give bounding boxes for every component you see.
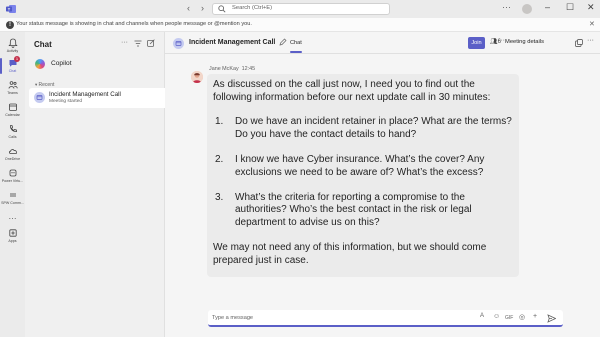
list-text: Do we have an incident retainer in place… xyxy=(235,116,512,140)
back-button[interactable]: ‹ xyxy=(187,3,190,13)
rail-label: Chat xyxy=(8,69,17,73)
copilot-icon xyxy=(35,59,45,69)
gif-icon[interactable]: GIF xyxy=(505,315,513,321)
sender-name: Jane McKay xyxy=(209,66,239,72)
forward-button[interactable]: › xyxy=(201,3,204,13)
more-options-icon[interactable]: ··· xyxy=(587,37,594,44)
chat-item-subtitle: Meeting started xyxy=(49,99,83,104)
list-item: 1. Do we have an incident retainer in pla… xyxy=(213,116,513,141)
new-chat-icon[interactable] xyxy=(147,39,155,47)
copilot-label: Copilot xyxy=(51,60,72,67)
copilot-item[interactable]: Copilot xyxy=(29,56,161,74)
close-window-button[interactable]: ✕ xyxy=(587,2,595,13)
active-tab-indicator xyxy=(290,51,302,53)
calendar-icon xyxy=(8,103,17,111)
settings-more-button[interactable]: ··· xyxy=(502,2,511,12)
chat-header: Incident Management Call Chat Join 👥︎6 ·… xyxy=(165,32,600,54)
meeting-avatar xyxy=(173,38,184,49)
search-placeholder: Search (Ctrl+E) xyxy=(232,5,273,11)
join-button[interactable]: Join xyxy=(468,37,485,49)
message-closing: We may not need any of this information,… xyxy=(213,242,487,266)
profile-avatar[interactable] xyxy=(522,4,532,14)
search-box[interactable]: Search (Ctrl+E) xyxy=(212,3,390,15)
rail-label: SPW Comm... xyxy=(1,201,24,205)
cloud-icon xyxy=(8,149,17,154)
compose-box[interactable]: A ☺ GIF ◎ + xyxy=(208,310,563,327)
loop-icon[interactable]: ◎ xyxy=(519,313,525,321)
send-icon[interactable] xyxy=(547,314,556,323)
chat-list-title: Chat xyxy=(34,40,52,49)
message-intro: As discussed on the call just now, I nee… xyxy=(213,79,491,103)
pop-out-icon[interactable] xyxy=(575,39,583,47)
power-virtual-agents-icon xyxy=(9,169,16,177)
list-text: What’s the criteria for reporting a comp… xyxy=(235,191,472,228)
list-number: 1. xyxy=(215,116,224,128)
meeting-icon xyxy=(36,95,43,100)
meeting-details-tab[interactable]: Meeting details xyxy=(505,39,544,45)
message-input[interactable] xyxy=(212,313,462,323)
bell-icon xyxy=(7,38,18,48)
teams-icon xyxy=(8,81,18,89)
sender-avatar[interactable] xyxy=(191,71,203,83)
list-item: 3. What’s the criteria for reporting a co… xyxy=(213,192,513,230)
app-rail: Activity Chat 1 Teams Calendar Calls One… xyxy=(0,32,25,337)
rail-label: Activity xyxy=(6,49,19,53)
rail-item-calendar[interactable]: Calendar xyxy=(0,100,25,122)
rail-label: OneDrive xyxy=(4,157,21,161)
chat-unread-badge: 1 xyxy=(14,56,20,62)
rail-item-apps[interactable]: Apps xyxy=(0,226,25,248)
meeting-icon xyxy=(175,41,182,46)
list-text: I know we have Cyber insurance. What’s t… xyxy=(235,153,485,178)
rail-item-power-virtual-agents[interactable]: Power Virtu... xyxy=(0,166,25,188)
banner-close-button[interactable]: ✕ xyxy=(589,20,595,28)
info-icon: ! xyxy=(6,21,14,29)
more-icon: ··· xyxy=(8,214,17,223)
list-number: 2. xyxy=(215,153,224,165)
rail-label: Calls xyxy=(8,135,17,139)
rail-label: Apps xyxy=(8,239,17,243)
apps-icon xyxy=(8,229,17,237)
person-avatar-icon xyxy=(191,71,203,83)
rail-label: Power Virtu... xyxy=(1,179,24,183)
chat-list-item[interactable]: Incident Management Call Meeting started xyxy=(29,88,182,108)
tab-chat[interactable]: Chat xyxy=(290,40,302,46)
rail-item-chat[interactable]: Chat xyxy=(0,56,25,78)
rail-item-spw-comm[interactable]: SPW Comm... xyxy=(0,188,25,210)
more-options-icon[interactable]: ··· xyxy=(121,39,128,46)
list-item: 2. I know we have Cyber insurance. What’s… xyxy=(213,154,513,179)
message-bubble: As discussed on the call just now, I nee… xyxy=(207,74,519,277)
chat-main: Incident Management Call Chat Join 👥︎6 ·… xyxy=(165,32,600,337)
title-bar: T ‹ › Search (Ctrl+E) ··· – ☐ ✕ xyxy=(0,0,600,18)
more-options-icon[interactable]: ··· xyxy=(498,37,505,44)
filter-icon[interactable] xyxy=(134,40,142,47)
chat-title: Incident Management Call xyxy=(189,39,276,46)
search-icon xyxy=(218,5,226,13)
chat-item-name: Incident Management Call xyxy=(49,91,121,98)
message-list: 1. Do we have an incident retainer in pla… xyxy=(213,116,513,229)
phone-icon xyxy=(9,125,17,133)
rename-icon[interactable] xyxy=(279,38,287,46)
rail-item-onedrive[interactable]: OneDrive xyxy=(0,144,25,166)
app-icon xyxy=(9,193,16,197)
banner-text: Your status message is showing in chat a… xyxy=(16,21,252,27)
meeting-avatar xyxy=(34,92,45,103)
maximize-button[interactable]: ☐ xyxy=(566,2,574,13)
message-time: 12:45 xyxy=(241,66,256,72)
emoji-icon[interactable]: ☺ xyxy=(493,313,500,320)
rail-item-calls[interactable]: Calls xyxy=(0,122,25,144)
rail-item-activity[interactable]: Activity xyxy=(0,36,25,58)
rail-item-teams[interactable]: Teams xyxy=(0,78,25,100)
message-meta: Jane McKay 12:45 xyxy=(209,66,255,72)
rail-label: Calendar xyxy=(5,113,20,117)
format-icon[interactable]: A xyxy=(480,313,484,319)
plus-icon[interactable]: + xyxy=(533,313,537,320)
list-number: 3. xyxy=(215,191,224,203)
status-message-banner: ! Your status message is showing in chat… xyxy=(0,18,600,32)
minimize-button[interactable]: – xyxy=(545,2,550,12)
teams-logo-icon: T xyxy=(6,5,16,13)
chat-list-panel: Chat ··· Copilot ▾ Recent Incident Manag… xyxy=(25,32,182,337)
people-icon: 👥︎ xyxy=(490,39,498,45)
rail-label: Teams xyxy=(7,91,18,95)
